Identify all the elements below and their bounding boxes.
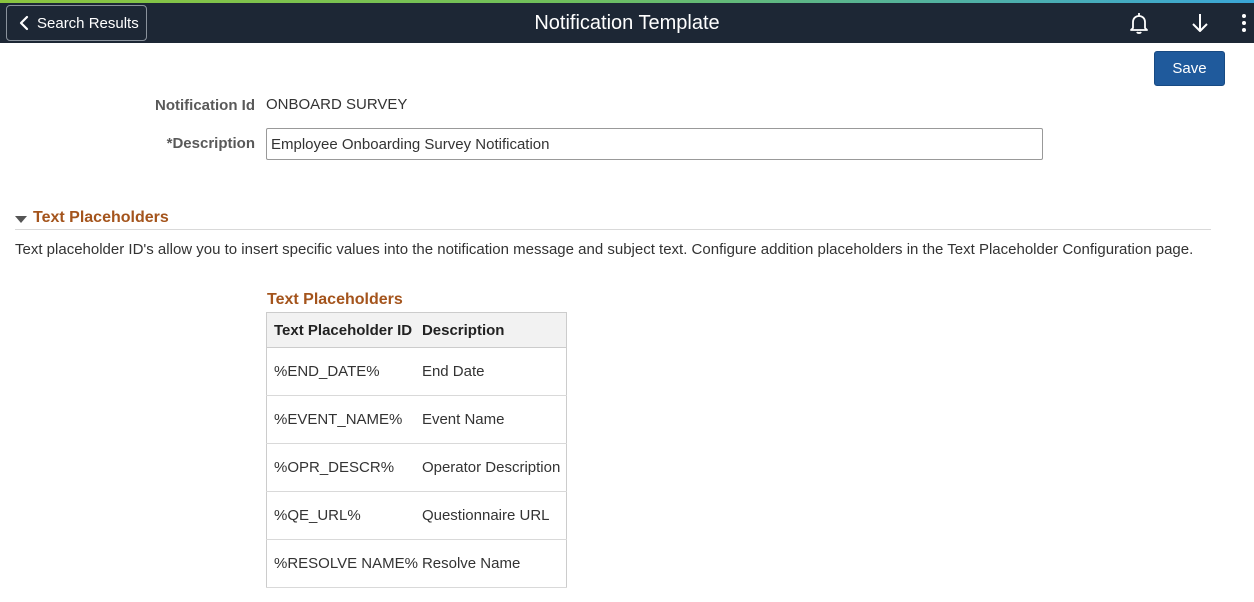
table-row: %EVENT_NAME% Event Name [266, 395, 567, 444]
header-banner: Search Results Notification Template [0, 3, 1254, 43]
placeholder-description-cell: Operator Description [417, 443, 567, 492]
placeholder-id-cell: %END_DATE% [266, 347, 418, 396]
column-header-description: Description [417, 312, 567, 348]
placeholder-description-cell: Questionnaire URL [417, 491, 567, 540]
table-row: %QE_URL% Questionnaire URL [266, 491, 567, 540]
table-row: %END_DATE% End Date [266, 347, 567, 396]
placeholder-description-cell: End Date [417, 347, 567, 396]
placeholder-description-cell: Resolve Name [417, 539, 567, 588]
table-row: %OPR_DESCR% Operator Description [266, 443, 567, 492]
back-to-search-results-button[interactable]: Search Results [6, 5, 147, 41]
placeholder-description-cell: Event Name [417, 395, 567, 444]
placeholder-id-cell: %OPR_DESCR% [266, 443, 418, 492]
column-header-placeholder-id: Text Placeholder ID [266, 312, 418, 348]
placeholder-id-cell: %EVENT_NAME% [266, 395, 418, 444]
text-placeholders-section-header[interactable]: Text Placeholders [15, 207, 1211, 230]
notification-id-value: ONBOARD SURVEY [266, 96, 408, 113]
notification-id-label: Notification Id [155, 97, 255, 114]
grid-header-row: Text Placeholder ID Description [266, 312, 567, 348]
download-arrow-icon[interactable] [1188, 11, 1212, 35]
placeholder-id-cell: %QE_URL% [266, 491, 418, 540]
placeholder-id-cell: %RESOLVE NAME% [266, 539, 418, 588]
section-title: Text Placeholders [33, 209, 169, 226]
table-row: %RESOLVE NAME% Resolve Name [266, 539, 567, 588]
description-input[interactable] [266, 128, 1043, 160]
section-help-text: Text placeholder ID's allow you to inser… [15, 241, 1194, 258]
page-title: Notification Template [534, 12, 720, 34]
save-button[interactable]: Save [1154, 51, 1225, 86]
grid-title: Text Placeholders [267, 291, 403, 308]
collapse-triangle-icon [15, 215, 27, 223]
text-placeholders-grid: Text Placeholder ID Description %END_DAT… [266, 312, 568, 588]
more-vertical-icon[interactable] [1238, 11, 1250, 35]
description-label: *Description [166, 135, 255, 152]
bell-icon[interactable] [1127, 11, 1151, 35]
back-button-label: Search Results [37, 14, 139, 32]
chevron-left-icon [17, 15, 31, 31]
